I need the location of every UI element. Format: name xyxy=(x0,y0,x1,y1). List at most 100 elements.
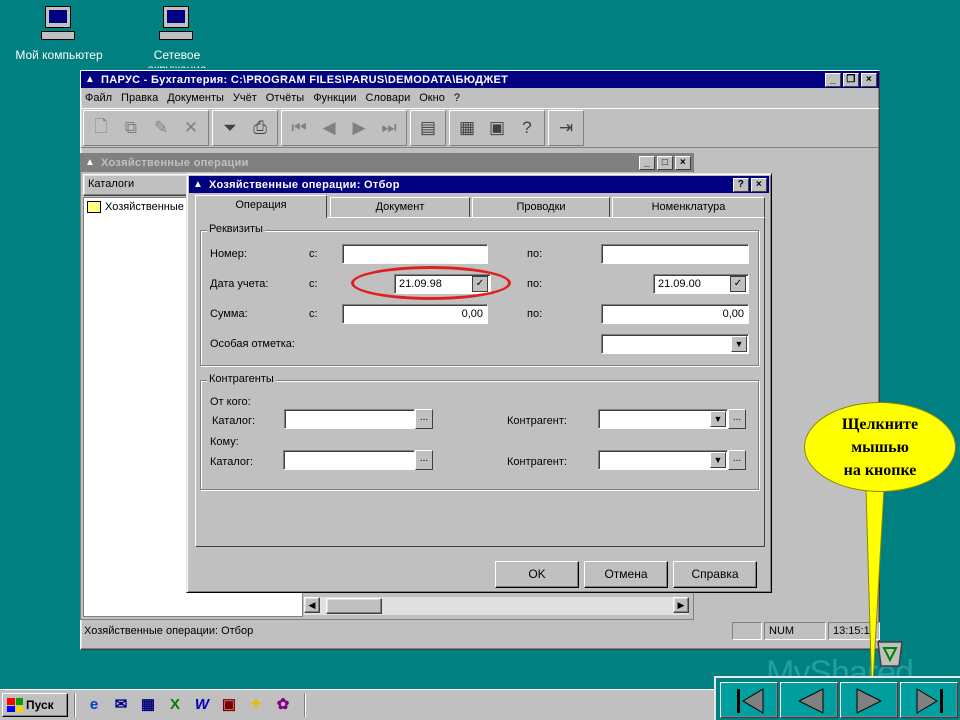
new-doc-icon[interactable]: 🗋 xyxy=(86,113,116,143)
last-slide-button[interactable] xyxy=(900,682,958,718)
scroll-right-icon[interactable]: ▶ xyxy=(673,597,689,613)
help-button[interactable]: Справка xyxy=(673,561,757,588)
to-label: по: xyxy=(527,278,543,290)
filter-icon[interactable]: ⏷ xyxy=(215,113,245,143)
catalogs-header[interactable]: Каталоги xyxy=(83,174,188,196)
print-icon[interactable]: ⎙ xyxy=(245,113,275,143)
desktop-icon-my-computer[interactable]: Мой компьютер xyxy=(4,4,114,62)
menu-reports[interactable]: Отчёты xyxy=(266,92,304,104)
menu-help[interactable]: ? xyxy=(454,92,460,104)
maximize-button[interactable]: □ xyxy=(657,156,673,170)
calendar-icon[interactable]: ▦ xyxy=(136,694,160,716)
word-icon[interactable]: W xyxy=(190,694,214,716)
copy-icon[interactable]: ⧉ xyxy=(116,113,146,143)
minimize-button[interactable]: _ xyxy=(825,72,841,87)
status-cell-empty xyxy=(732,622,762,640)
menu-dictionaries[interactable]: Словари xyxy=(366,92,411,104)
to-contragent-browse-button[interactable]: ... xyxy=(728,450,746,470)
excel-icon[interactable]: X xyxy=(163,694,187,716)
from-catalog-input[interactable] xyxy=(284,409,415,429)
menubar: Файл Правка Документы Учёт Отчёты Функци… xyxy=(81,88,879,108)
tab-document[interactable]: Документ xyxy=(330,197,470,217)
tool-icon[interactable]: ✿ xyxy=(271,694,295,716)
status-text: Хозяйственные операции: Отбор xyxy=(84,625,254,637)
dialog-title: Хозяйственные операции: Отбор xyxy=(209,178,400,191)
chevron-down-icon[interactable]: ▼ xyxy=(731,336,747,352)
sum-to-input[interactable]: 0,00 xyxy=(601,304,749,324)
to-catalog-input[interactable] xyxy=(283,450,415,470)
separator xyxy=(74,693,76,717)
dialog-titlebar[interactable]: ▲ Хозяйственные операции: Отбор ? × xyxy=(189,176,769,193)
to-contragent-select[interactable]: ▼ xyxy=(598,450,728,470)
contragent-label: Контрагент: xyxy=(507,456,567,468)
from-whom-label: От кого: xyxy=(210,396,251,408)
from-contragent-select[interactable]: ▼ xyxy=(598,409,728,429)
calculator-icon[interactable]: ▦ xyxy=(452,113,482,143)
close-button[interactable]: × xyxy=(675,156,691,170)
garant-icon[interactable]: ▣ xyxy=(482,113,512,143)
horizontal-scrollbar[interactable]: ◀ ▶ xyxy=(304,597,689,615)
context-help-button[interactable]: ? xyxy=(733,177,749,192)
first-record-icon[interactable]: ⏮ xyxy=(284,113,314,143)
menu-file[interactable]: Файл xyxy=(85,92,112,104)
from-contragent-browse-button[interactable]: ... xyxy=(728,409,746,429)
close-button[interactable]: × xyxy=(861,72,877,87)
edit-icon[interactable]: ✎ xyxy=(146,113,176,143)
from-label: с: xyxy=(309,308,318,320)
outlook-icon[interactable]: ✉ xyxy=(109,694,133,716)
internet-explorer-icon[interactable]: e xyxy=(82,694,106,716)
lightbulb-icon[interactable]: ✦ xyxy=(244,694,268,716)
restore-button[interactable]: ❐ xyxy=(843,72,859,87)
operations-titlebar[interactable]: ▲ Хозяйственные операции _ □ × xyxy=(81,154,693,172)
delete-icon[interactable]: ✕ xyxy=(176,113,206,143)
prev-record-icon[interactable]: ◀ xyxy=(314,113,344,143)
sum-from-input[interactable]: 0,00 xyxy=(342,304,488,324)
number-to-input[interactable] xyxy=(601,244,749,264)
minimize-button[interactable]: _ xyxy=(639,156,655,170)
date-to-input[interactable]: 21.09.00 ✓ xyxy=(653,274,749,294)
number-from-input[interactable] xyxy=(342,244,488,264)
presentation-icon[interactable]: ▣ xyxy=(217,694,241,716)
menu-edit[interactable]: Правка xyxy=(121,92,158,104)
chevron-down-icon[interactable]: ▼ xyxy=(710,411,726,427)
ok-button[interactable]: OK xyxy=(495,561,579,588)
start-button[interactable]: Пуск xyxy=(2,693,68,717)
from-catalog-browse-button[interactable]: ... xyxy=(415,409,433,429)
menu-window[interactable]: Окно xyxy=(419,92,445,104)
to-catalog-browse-button[interactable]: ... xyxy=(415,450,433,470)
operations-window-title: Хозяйственные операции xyxy=(101,157,249,169)
help-icon[interactable]: ? xyxy=(512,113,542,143)
tab-operation[interactable]: Операция xyxy=(195,195,327,218)
special-mark-label: Особая отметка: xyxy=(210,338,295,350)
journal-icon[interactable]: ▤ xyxy=(413,113,443,143)
next-slide-button[interactable] xyxy=(840,682,898,718)
tab-postings[interactable]: Проводки xyxy=(472,197,610,217)
exit-icon[interactable]: ⇥ xyxy=(551,113,581,143)
menu-documents[interactable]: Документы xyxy=(167,92,224,104)
special-mark-select[interactable]: ▼ xyxy=(601,334,749,354)
first-slide-button[interactable] xyxy=(720,682,778,718)
dialog-close-button[interactable]: × xyxy=(751,177,767,192)
chevron-down-icon[interactable]: ▼ xyxy=(710,452,726,468)
date-picker-button[interactable]: ✓ xyxy=(730,276,746,292)
contragents-group: Контрагенты xyxy=(200,373,759,490)
cancel-button[interactable]: Отмена xyxy=(584,561,668,588)
next-record-icon[interactable]: ▶ xyxy=(344,113,374,143)
desktop-icon-network[interactable]: Сетевое окружение xyxy=(122,4,232,68)
callout-line: на кнопке xyxy=(843,461,917,479)
separator xyxy=(304,693,306,717)
recycle-bin-icon[interactable] xyxy=(870,630,910,670)
desktop-icon-label: Сетевое окружение xyxy=(147,48,206,68)
menu-functions[interactable]: Функции xyxy=(313,92,356,104)
date-label: Дата учета: xyxy=(210,278,269,290)
last-record-icon[interactable]: ⏭ xyxy=(374,113,404,143)
prev-slide-button[interactable] xyxy=(780,682,838,718)
tab-nomenclature[interactable]: Номенклатура xyxy=(612,197,765,217)
menu-accounting[interactable]: Учёт xyxy=(233,92,257,104)
slide-navigation xyxy=(714,676,960,720)
catalog-label: Каталог: xyxy=(212,415,256,427)
main-titlebar[interactable]: ▲ ПАРУС - Бухгалтерия: C:\PROGRAM FILES\… xyxy=(81,71,879,88)
scroll-left-icon[interactable]: ◀ xyxy=(304,597,320,613)
hint-callout: Щелкните мышью на кнопке xyxy=(804,402,956,492)
scroll-thumb[interactable] xyxy=(326,598,382,614)
